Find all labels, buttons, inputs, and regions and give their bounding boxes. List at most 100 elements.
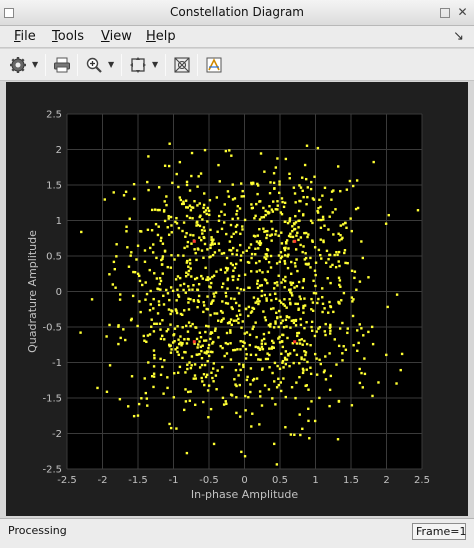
menu-file[interactable]: File (14, 29, 36, 44)
data-point (215, 196, 219, 199)
data-point (213, 312, 216, 315)
data-point (387, 213, 390, 217)
data-point (210, 331, 214, 334)
data-point (274, 233, 277, 236)
data-point (206, 295, 209, 298)
data-point (193, 277, 197, 281)
data-point (356, 349, 359, 353)
data-point (301, 367, 305, 371)
fit-dropdown-icon[interactable]: ▼ (152, 61, 160, 69)
maximize-icon[interactable] (440, 8, 450, 18)
y-tick-label: 1 (56, 216, 62, 227)
data-point (294, 248, 298, 251)
data-point (206, 278, 210, 282)
data-point (367, 330, 370, 334)
toolbar-separator (121, 54, 122, 76)
data-point (242, 288, 246, 292)
data-point (225, 402, 228, 406)
data-point (294, 302, 297, 305)
print-icon[interactable] (51, 54, 73, 76)
data-point (319, 254, 322, 257)
data-point (147, 155, 150, 158)
data-point (195, 337, 199, 341)
data-point (251, 327, 254, 331)
data-point (200, 274, 203, 278)
data-point (266, 210, 270, 214)
data-point (199, 238, 203, 242)
menu-view[interactable]: View (101, 29, 132, 44)
data-point (199, 335, 203, 339)
data-point (201, 232, 204, 235)
scope-plot-area[interactable]: -2.5 -2 -1.5 -1 -0.5 0 0.5 1 1.5 2 2.5 2.5 2 1.5 1 0.5 0… (6, 82, 468, 516)
data-point (238, 362, 241, 366)
menu-tools[interactable]: Tools (52, 29, 84, 44)
data-point (264, 318, 268, 322)
data-point (158, 282, 161, 286)
constellation-chart[interactable]: -2.5 -2 -1.5 -1 -0.5 0 0.5 1 1.5 2 2.5 2.5 2 1.5 1 0.5 0… (6, 82, 468, 516)
legend-icon[interactable] (203, 54, 225, 76)
data-point (256, 286, 260, 289)
data-point (241, 320, 244, 323)
gear-dropdown-icon[interactable]: ▼ (32, 61, 40, 69)
data-point (313, 334, 317, 338)
undock-arrow-icon[interactable]: ↘ (453, 29, 464, 44)
data-point (283, 262, 287, 265)
data-point (150, 208, 154, 212)
data-point (276, 157, 279, 160)
data-point (285, 325, 288, 328)
y-tick-label: 1.5 (46, 181, 62, 192)
data-point (277, 325, 280, 329)
data-point (247, 286, 250, 289)
data-point (173, 372, 176, 375)
data-point (241, 344, 245, 348)
data-point (315, 373, 319, 376)
data-point (281, 359, 285, 363)
gear-icon[interactable] (7, 54, 29, 76)
data-point (174, 278, 178, 281)
data-point (318, 325, 322, 329)
data-point (305, 144, 309, 147)
data-point (256, 182, 259, 186)
data-point (226, 190, 230, 193)
data-point (298, 184, 301, 187)
close-icon[interactable]: ✕ (457, 6, 468, 18)
data-point (277, 274, 280, 277)
data-point (161, 272, 164, 275)
data-point (313, 352, 317, 356)
data-point (206, 276, 209, 279)
data-point (155, 322, 158, 326)
scatter-point-icon[interactable] (171, 54, 193, 76)
data-point (276, 284, 279, 287)
data-point (215, 270, 218, 273)
zoom-in-icon[interactable] (83, 54, 105, 76)
fit-to-view-icon[interactable] (127, 54, 149, 76)
x-tick-label: -2.5 (57, 475, 77, 486)
data-point (248, 246, 251, 249)
data-point (296, 331, 299, 335)
data-point (286, 336, 289, 340)
data-point (202, 256, 205, 260)
data-point (228, 240, 232, 243)
data-point (299, 186, 303, 189)
data-point (277, 234, 280, 237)
data-point (200, 229, 204, 232)
data-point (318, 198, 321, 202)
data-point (232, 269, 235, 272)
data-point (328, 332, 332, 335)
data-point (284, 350, 288, 353)
zoom-dropdown-icon[interactable]: ▼ (108, 61, 116, 69)
data-point (212, 380, 215, 383)
data-point (231, 307, 234, 311)
data-point (228, 149, 231, 152)
data-point (224, 400, 227, 403)
data-point (208, 198, 212, 202)
data-point (244, 409, 247, 412)
data-point (163, 359, 166, 362)
data-point (190, 174, 193, 178)
data-point (238, 207, 242, 210)
data-point (307, 388, 310, 391)
menu-help[interactable]: Help (146, 29, 176, 44)
data-point (189, 366, 193, 370)
data-point (259, 200, 262, 203)
data-point (188, 399, 192, 402)
